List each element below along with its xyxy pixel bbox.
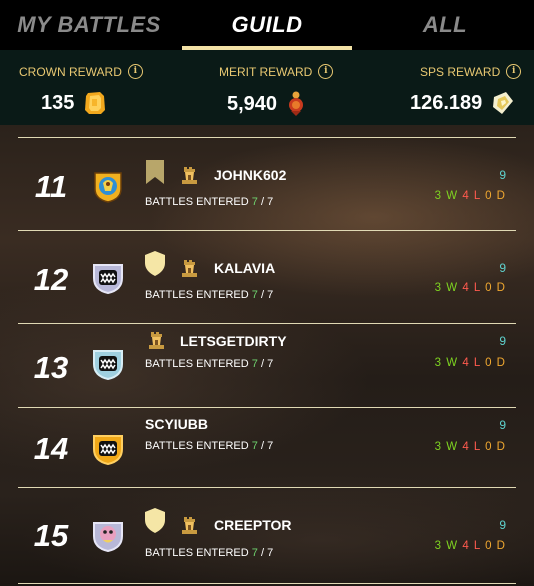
sps-reward-label-text: SPS REWARD bbox=[420, 64, 501, 79]
gold-shield-icon bbox=[145, 251, 165, 276]
rank-number: 12 bbox=[33, 262, 69, 297]
battles-entered-label: BATTLES ENTERED bbox=[145, 440, 249, 452]
rank-number: 15 bbox=[33, 518, 69, 553]
crown-reward: CROWN REWARD i 135 bbox=[19, 50, 159, 125]
sps-reward-label: SPS REWARD i bbox=[420, 64, 522, 79]
points-value: 9 bbox=[499, 168, 506, 182]
battles-entered: BATTLES ENTERED 7 / 7 bbox=[145, 358, 274, 370]
losses: 4 L bbox=[462, 540, 481, 552]
info-icon[interactable]: i bbox=[127, 64, 143, 79]
guild-tower-icon bbox=[182, 167, 197, 184]
guild-crest-icon bbox=[93, 522, 123, 552]
merit-reward-label-text: MERIT REWARD bbox=[219, 64, 313, 79]
list-item[interactable]: 13 LETSGETDIRTY BATTLES ENTERED 7 / 7 9 … bbox=[18, 323, 516, 407]
battles-entered-count: 7 bbox=[251, 440, 258, 452]
crown-reward-label-text: CROWN REWARD bbox=[19, 64, 122, 79]
points-value: 9 bbox=[499, 261, 506, 275]
info-icon[interactable]: i bbox=[318, 64, 334, 79]
battles-entered-count: 7 bbox=[251, 547, 258, 559]
battles-entered-count: 7 bbox=[251, 289, 258, 301]
wins: 3 W bbox=[434, 540, 459, 552]
list-item[interactable]: 14 SCYIUBB BATTLES ENTERED 7 / 7 9 3 W 4… bbox=[18, 407, 516, 487]
tab-bar: MY BATTLES GUILD ALL bbox=[0, 0, 534, 50]
win-loss-record: 3 W 4 L 0 D bbox=[435, 357, 506, 369]
draws: 0 D bbox=[485, 357, 506, 369]
merit-reward-label: MERIT REWARD i bbox=[219, 64, 334, 79]
sps-reward-value: 126.189 bbox=[410, 91, 514, 115]
battles-entered-label: BATTLES ENTERED bbox=[145, 547, 249, 559]
gold-shield-icon bbox=[145, 508, 165, 533]
merit-reward-value: 5,940 bbox=[227, 91, 305, 117]
tab-my-battles[interactable]: MY BATTLES bbox=[0, 0, 178, 50]
rank-number: 14 bbox=[33, 431, 69, 466]
sps-token-icon bbox=[493, 92, 514, 114]
guild-tower-icon bbox=[182, 517, 197, 534]
guild-crest-icon bbox=[93, 350, 123, 380]
merit-reward: MERIT REWARD i 5,940 bbox=[219, 50, 359, 125]
battles-entered: BATTLES ENTERED 7 / 7 bbox=[145, 289, 274, 301]
tab-guild[interactable]: GUILD bbox=[178, 0, 356, 50]
draws: 0 D bbox=[485, 190, 506, 202]
battles-entered-total: 7 bbox=[267, 196, 274, 208]
bronze-banner-icon bbox=[146, 160, 164, 184]
battles-entered-label: BATTLES ENTERED bbox=[145, 289, 249, 301]
merit-reward-icon bbox=[289, 91, 304, 116]
battles-entered-total: 7 bbox=[267, 547, 274, 559]
losses: 4 L bbox=[462, 441, 481, 453]
player-name[interactable]: KALAVIA bbox=[214, 260, 275, 276]
player-name[interactable]: CREEPTOR bbox=[214, 517, 292, 533]
battles-entered-label: BATTLES ENTERED bbox=[145, 196, 249, 208]
wins: 3 W bbox=[434, 441, 459, 453]
crown-reward-amount: 135 bbox=[41, 91, 75, 114]
list-item[interactable]: 11 JOHNK602 BATTLES ENTERED 7 / 7 9 3 W … bbox=[18, 137, 516, 230]
win-loss-record: 3 W 4 L 0 D bbox=[435, 540, 506, 552]
battles-entered: BATTLES ENTERED 7 / 7 bbox=[145, 440, 274, 452]
battles-entered: BATTLES ENTERED 7 / 7 bbox=[145, 547, 274, 559]
player-name[interactable]: SCYIUBB bbox=[145, 416, 208, 432]
guild-crest-icon bbox=[93, 264, 123, 294]
battles-entered-label: BATTLES ENTERED bbox=[145, 358, 249, 370]
tab-all[interactable]: ALL bbox=[356, 0, 534, 50]
win-loss-record: 3 W 4 L 0 D bbox=[435, 282, 506, 294]
rank-number: 11 bbox=[34, 169, 68, 204]
list-item[interactable]: 12 KALAVIA BATTLES ENTERED 7 / 7 9 3 W 4… bbox=[18, 230, 516, 323]
battles-entered-count: 7 bbox=[251, 196, 258, 208]
player-name[interactable]: LETSGETDIRTY bbox=[180, 333, 287, 349]
battles-entered-total: 7 bbox=[267, 440, 274, 452]
points-value: 9 bbox=[499, 418, 506, 432]
losses: 4 L bbox=[462, 282, 481, 294]
crown-reward-label: CROWN REWARD i bbox=[19, 64, 143, 79]
draws: 0 D bbox=[485, 441, 506, 453]
guild-tower-icon bbox=[149, 332, 164, 349]
battles-entered-count: 7 bbox=[251, 358, 258, 370]
points-value: 9 bbox=[499, 518, 506, 532]
guild-crest-icon bbox=[94, 172, 122, 203]
guild-tower-icon bbox=[182, 260, 197, 277]
list-item[interactable]: 15 CREEPTOR BATTLES ENTERED 7 / 7 9 3 W … bbox=[18, 487, 516, 584]
draws: 0 D bbox=[485, 540, 506, 552]
sps-reward: SPS REWARD i 126.189 bbox=[410, 50, 530, 125]
draws: 0 D bbox=[485, 282, 506, 294]
rewards-bar: CROWN REWARD i 135 MERIT REWARD i 5,940 bbox=[0, 50, 534, 125]
losses: 4 L bbox=[462, 357, 481, 369]
points-value: 9 bbox=[499, 334, 506, 348]
battles-entered-total: 7 bbox=[267, 289, 274, 301]
crown-reward-icon bbox=[85, 92, 106, 114]
wins: 3 W bbox=[434, 190, 459, 202]
wins: 3 W bbox=[434, 357, 459, 369]
win-loss-record: 3 W 4 L 0 D bbox=[435, 441, 506, 453]
battles-entered-total: 7 bbox=[267, 358, 274, 370]
battles-entered: BATTLES ENTERED 7 / 7 bbox=[145, 196, 274, 208]
losses: 4 L bbox=[462, 190, 481, 202]
win-loss-record: 3 W 4 L 0 D bbox=[435, 190, 506, 202]
crown-reward-value: 135 bbox=[41, 91, 106, 115]
sps-reward-amount: 126.189 bbox=[410, 91, 483, 114]
wins: 3 W bbox=[434, 282, 459, 294]
player-list: 11 JOHNK602 BATTLES ENTERED 7 / 7 9 3 W … bbox=[18, 137, 516, 584]
player-name[interactable]: JOHNK602 bbox=[214, 167, 286, 183]
guild-crest-icon bbox=[93, 435, 123, 465]
info-icon[interactable]: i bbox=[506, 64, 522, 79]
merit-reward-amount: 5,940 bbox=[227, 92, 278, 115]
rank-number: 13 bbox=[33, 350, 69, 385]
